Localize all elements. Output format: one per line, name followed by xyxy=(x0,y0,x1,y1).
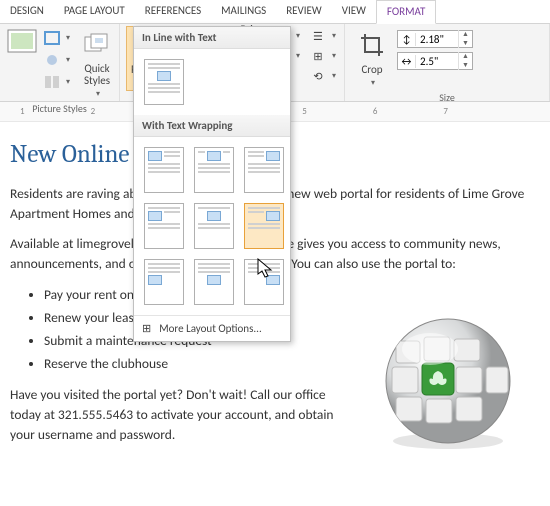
rotate-icon: ⟲ xyxy=(310,68,326,84)
popup-header-wrap: With Text Wrapping xyxy=(134,115,290,137)
tab-references[interactable]: REFERENCES xyxy=(135,0,211,23)
more-layout-icon: ⊞ xyxy=(142,322,151,335)
popup-header-inline: In Line with Text xyxy=(134,27,290,49)
position-bottom-right[interactable] xyxy=(244,259,284,305)
quick-styles-label: Quick Styles xyxy=(81,63,113,87)
position-middle-right[interactable] xyxy=(244,203,284,249)
position-middle-center[interactable] xyxy=(194,203,234,249)
paragraph-3: Have you visited the portal yet? Don't w… xyxy=(10,385,350,446)
crop-label: Crop xyxy=(361,63,382,76)
tab-design[interactable]: DESIGN xyxy=(0,0,54,23)
tab-page-layout[interactable]: PAGE LAYOUT xyxy=(54,0,135,23)
height-icon: ↕ xyxy=(398,33,416,46)
width-icon: ↔ xyxy=(398,55,416,68)
position-top-center[interactable] xyxy=(194,147,234,193)
ribbon-tabs: DESIGN PAGE LAYOUT REFERENCES MAILINGS R… xyxy=(0,0,550,24)
height-down[interactable]: ▼ xyxy=(458,39,472,48)
position-top-left[interactable] xyxy=(144,147,184,193)
width-input[interactable]: ↔▲▼ xyxy=(397,52,473,70)
position-dropdown: In Line with Text With Text Wrapping ⊞ M… xyxy=(133,26,291,342)
width-field[interactable] xyxy=(416,55,458,68)
group-icon: ⊞ xyxy=(310,48,326,64)
quick-styles-icon xyxy=(81,29,113,61)
keyboard-sphere-image xyxy=(378,311,518,451)
align-button[interactable]: ☰▾ xyxy=(308,26,338,46)
group-size-label: Size xyxy=(351,91,543,106)
picture-border-btn[interactable]: ▾ xyxy=(42,28,72,48)
crop-button[interactable]: Crop▾ xyxy=(351,26,393,91)
height-input[interactable]: ↕▲▼ xyxy=(397,30,473,48)
position-middle-left[interactable] xyxy=(144,203,184,249)
tab-format[interactable]: FORMAT xyxy=(376,0,436,24)
rotate-button[interactable]: ⟲▾ xyxy=(308,66,338,86)
position-inline-option[interactable] xyxy=(144,59,184,105)
more-layout-label: More Layout Options... xyxy=(159,322,262,335)
height-field[interactable] xyxy=(416,33,458,46)
quick-styles-button[interactable]: Quick Styles▾ xyxy=(76,26,118,102)
width-down[interactable]: ▼ xyxy=(458,61,472,70)
picture-effects-btn[interactable]: ▾ xyxy=(42,50,72,70)
tab-view[interactable]: VIEW xyxy=(332,0,376,23)
group-button[interactable]: ⊞▾ xyxy=(308,46,338,66)
tab-mailings[interactable]: MAILINGS xyxy=(211,0,276,23)
picture-layout-btn[interactable]: ▾ xyxy=(42,72,72,92)
picture-style-preview[interactable] xyxy=(6,26,38,58)
group-picture-styles-label: Picture Styles xyxy=(6,102,113,117)
crop-icon xyxy=(356,29,388,61)
more-layout-options[interactable]: ⊞ More Layout Options... xyxy=(134,315,290,341)
position-bottom-center[interactable] xyxy=(194,259,234,305)
position-top-right[interactable] xyxy=(244,147,284,193)
tab-review[interactable]: REVIEW xyxy=(276,0,332,23)
align-icon: ☰ xyxy=(310,28,326,44)
position-bottom-left[interactable] xyxy=(144,259,184,305)
